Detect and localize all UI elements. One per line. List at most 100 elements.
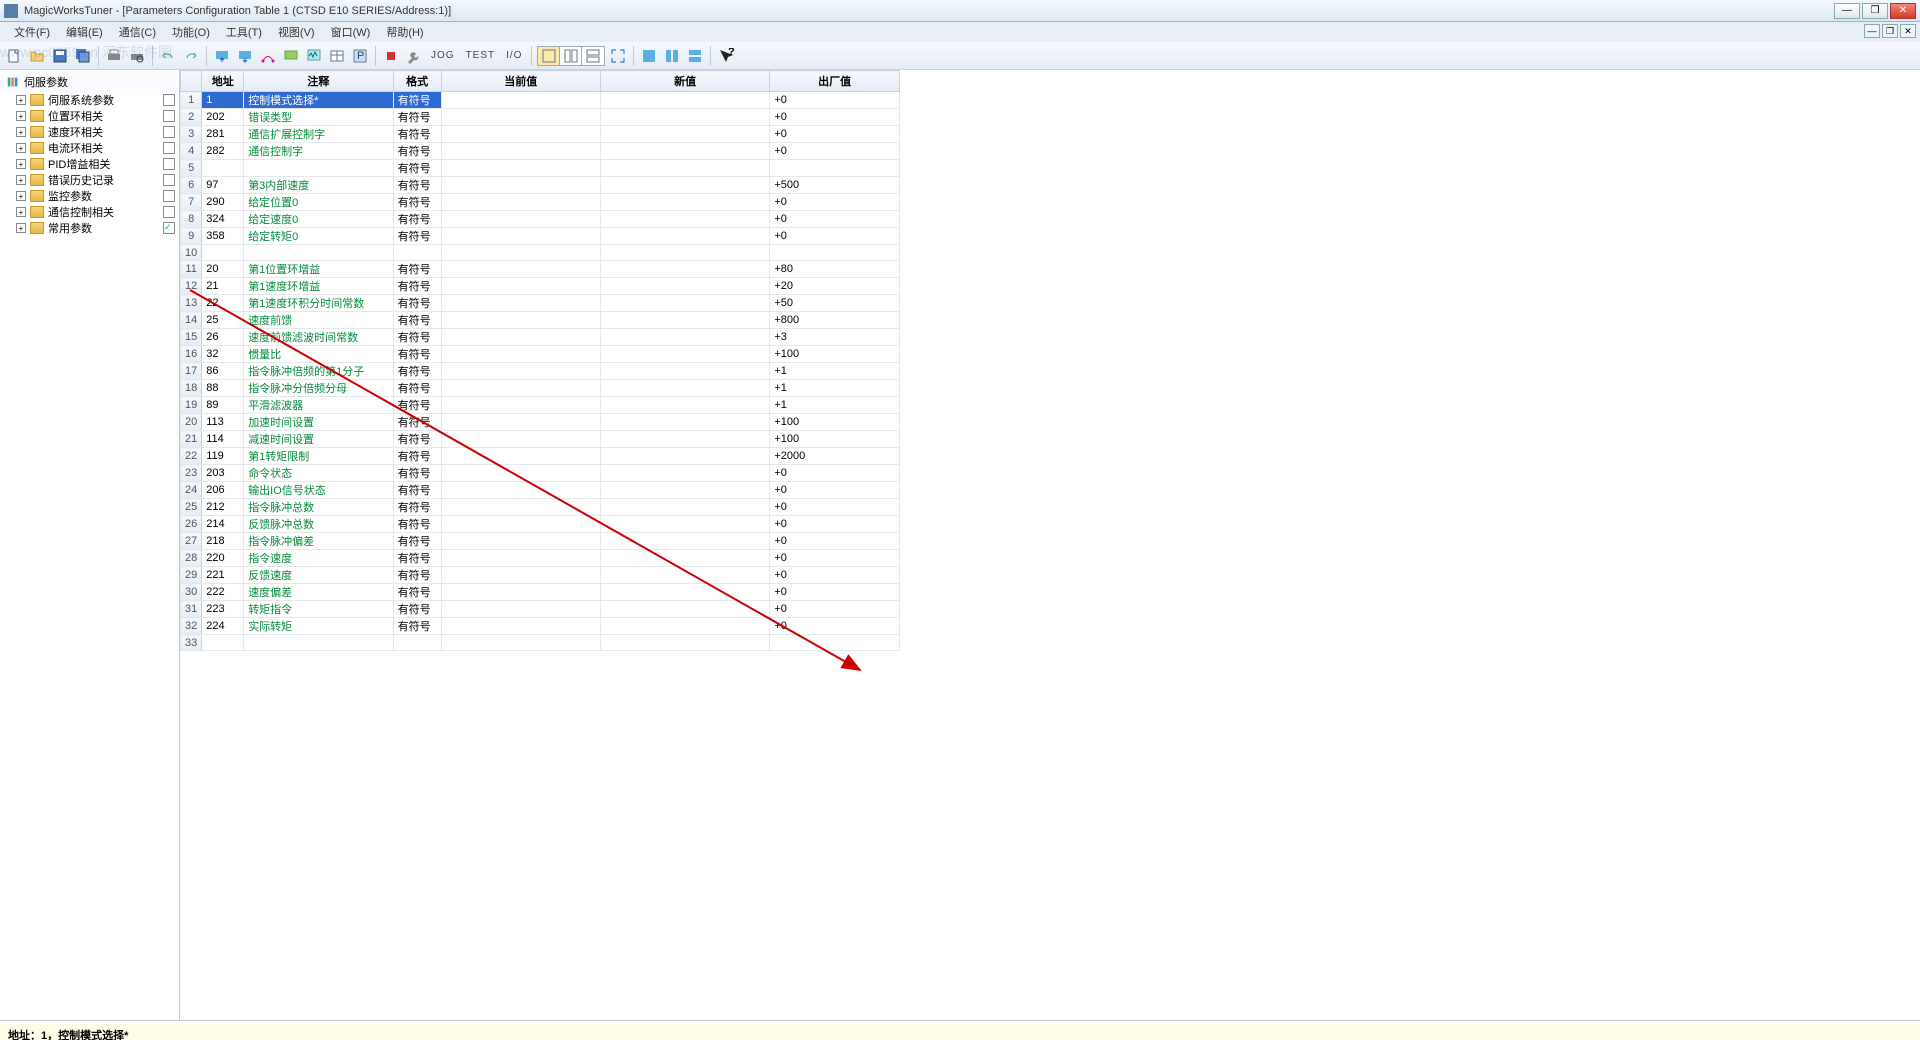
table-row[interactable]: 1425速度前馈有符号+800 [181, 312, 900, 329]
tree-item[interactable]: +错误历史记录 [2, 172, 177, 188]
cell-new[interactable] [600, 584, 769, 601]
cell-format[interactable]: 有符号 [393, 584, 441, 601]
cell-format[interactable]: 有符号 [393, 465, 441, 482]
cell-new[interactable] [600, 177, 769, 194]
cell-annotation[interactable]: 加速时间设置 [244, 414, 393, 431]
cell-annotation[interactable]: 第3内部速度 [244, 177, 393, 194]
tree-item-checkbox[interactable] [163, 158, 175, 170]
cell-format[interactable]: 有符号 [393, 601, 441, 618]
cell-new[interactable] [600, 109, 769, 126]
cell-addr[interactable]: 21 [202, 278, 244, 295]
cell-new[interactable] [600, 329, 769, 346]
save-icon[interactable] [50, 46, 70, 66]
cell-annotation[interactable]: 减速时间设置 [244, 431, 393, 448]
cell-current[interactable] [441, 143, 600, 160]
cell-annotation[interactable]: 给定位置0 [244, 194, 393, 211]
cell-annotation[interactable]: 输出IO信号状态 [244, 482, 393, 499]
help-icon[interactable]: ? [716, 46, 736, 66]
close-button[interactable]: ✕ [1890, 3, 1916, 19]
cell-new[interactable] [600, 516, 769, 533]
tree-item-checkbox[interactable] [163, 222, 175, 234]
cell-new[interactable] [600, 143, 769, 160]
table-row[interactable]: 1888指令脉冲分倍频分母有符号+1 [181, 380, 900, 397]
tree-item-checkbox[interactable] [163, 190, 175, 202]
table-row[interactable]: 21114减速时间设置有符号+100 [181, 431, 900, 448]
cell-current[interactable] [441, 431, 600, 448]
cell-default[interactable]: +0 [770, 618, 900, 635]
tile-2-icon[interactable] [662, 46, 682, 66]
print-preview-icon[interactable] [127, 46, 147, 66]
table-row[interactable]: 1120第1位置环增益有符号+80 [181, 261, 900, 278]
expand-icon[interactable]: + [16, 111, 26, 121]
cell-format[interactable]: 有符号 [393, 516, 441, 533]
cell-default[interactable]: +0 [770, 601, 900, 618]
cell-addr[interactable] [202, 160, 244, 177]
cell-default[interactable]: +100 [770, 414, 900, 431]
undo-icon[interactable] [158, 46, 178, 66]
cell-addr[interactable]: 89 [202, 397, 244, 414]
table-row[interactable]: 4282通信控制字有符号+0 [181, 143, 900, 160]
cell-addr[interactable]: 290 [202, 194, 244, 211]
cell-current[interactable] [441, 177, 600, 194]
table-row[interactable]: 29221反馈速度有符号+0 [181, 567, 900, 584]
cell-current[interactable] [441, 211, 600, 228]
cell-format[interactable]: 有符号 [393, 431, 441, 448]
cell-annotation[interactable] [244, 245, 393, 261]
cell-new[interactable] [600, 482, 769, 499]
param-icon[interactable]: P [350, 46, 370, 66]
cell-format[interactable]: 有符号 [393, 499, 441, 516]
cell-new[interactable] [600, 635, 769, 651]
cell-default[interactable]: +0 [770, 567, 900, 584]
cell-new[interactable] [600, 363, 769, 380]
cell-default[interactable]: +0 [770, 92, 900, 109]
cell-addr[interactable]: 358 [202, 228, 244, 245]
cell-addr[interactable] [202, 635, 244, 651]
tree-item-checkbox[interactable] [163, 110, 175, 122]
cell-annotation[interactable]: 实际转矩 [244, 618, 393, 635]
cell-default[interactable]: +0 [770, 584, 900, 601]
cell-format[interactable]: 有符号 [393, 109, 441, 126]
cell-annotation[interactable]: 反馈速度 [244, 567, 393, 584]
cell-new[interactable] [600, 211, 769, 228]
cell-current[interactable] [441, 448, 600, 465]
cell-format[interactable]: 有符号 [393, 363, 441, 380]
tree-item-checkbox[interactable] [163, 142, 175, 154]
cell-new[interactable] [600, 618, 769, 635]
cell-default[interactable]: +0 [770, 109, 900, 126]
cell-annotation[interactable]: 平滑滤波器 [244, 397, 393, 414]
cell-format[interactable]: 有符号 [393, 329, 441, 346]
cell-annotation[interactable]: 第1转矩限制 [244, 448, 393, 465]
cell-format[interactable]: 有符号 [393, 143, 441, 160]
table-row[interactable]: 7290给定位置0有符号+0 [181, 194, 900, 211]
cell-current[interactable] [441, 312, 600, 329]
cell-annotation[interactable]: 指令脉冲倍频的第1分子 [244, 363, 393, 380]
cell-default[interactable] [770, 160, 900, 177]
table-row[interactable]: 11控制模式选择*有符号+0 [181, 92, 900, 109]
table-row[interactable]: 3281通信扩展控制字有符号+0 [181, 126, 900, 143]
cell-default[interactable]: +0 [770, 516, 900, 533]
wrench-icon[interactable] [404, 46, 424, 66]
col-addr[interactable]: 地址 [202, 71, 244, 92]
cell-new[interactable] [600, 431, 769, 448]
table-row[interactable]: 2202错误类型有符号+0 [181, 109, 900, 126]
download-icon[interactable] [235, 46, 255, 66]
mdi-close-button[interactable]: ✕ [1900, 24, 1916, 38]
cell-default[interactable]: +500 [770, 177, 900, 194]
cell-annotation[interactable]: 指令速度 [244, 550, 393, 567]
cell-addr[interactable]: 221 [202, 567, 244, 584]
layout-2-button[interactable] [560, 47, 582, 65]
cell-default[interactable]: +100 [770, 346, 900, 363]
col-def[interactable]: 出厂值 [770, 71, 900, 92]
cell-default[interactable]: +0 [770, 126, 900, 143]
cell-addr[interactable]: 114 [202, 431, 244, 448]
cell-new[interactable] [600, 414, 769, 431]
monitor-icon[interactable] [281, 46, 301, 66]
cell-annotation[interactable]: 速度偏差 [244, 584, 393, 601]
cell-current[interactable] [441, 346, 600, 363]
cell-format[interactable]: 有符号 [393, 618, 441, 635]
parameters-grid[interactable]: 地址 注释 格式 当前值 新值 出厂值 11控制模式选择*有符号+02202错误… [180, 70, 1920, 1020]
cell-default[interactable]: +0 [770, 211, 900, 228]
table-row[interactable]: 8324给定速度0有符号+0 [181, 211, 900, 228]
menu-file[interactable]: 文件(F) [6, 22, 58, 42]
table-row[interactable]: 30222速度偏差有符号+0 [181, 584, 900, 601]
